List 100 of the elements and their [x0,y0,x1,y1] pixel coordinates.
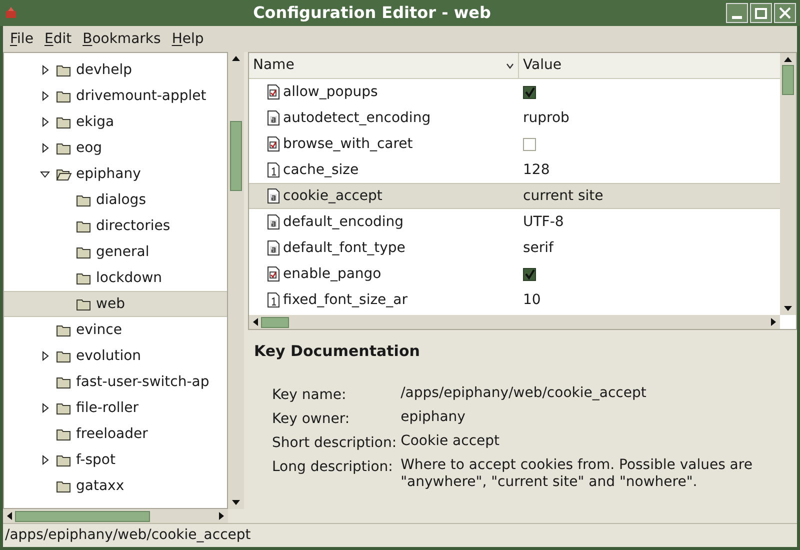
scrollbar-thumb[interactable] [261,316,289,328]
column-label: Name [253,56,296,75]
scroll-left-icon[interactable] [6,512,12,520]
field-value: /apps/epiphany/web/cookie_accept [400,384,648,402]
expander-icon[interactable] [42,143,48,153]
folder-icon [76,297,92,311]
tree-label: devhelp [76,60,132,80]
scrollbar-thumb[interactable] [230,121,242,191]
minimize-button[interactable] [726,3,748,23]
folder-icon [76,271,92,285]
folder-icon [56,427,72,441]
folder-icon [76,245,92,259]
table-row[interactable]: cache_size 128 [249,157,780,183]
tree-item[interactable]: dialogs [4,187,227,213]
table-row[interactable]: cookie_accept current site [249,183,780,209]
tree-item[interactable]: file-roller [4,395,227,421]
tree-item[interactable]: directories [4,213,227,239]
folder-icon [56,453,72,467]
tree-label: gataxx [76,476,124,496]
field-value: Cookie accept [400,432,501,450]
field-label: Long description: [272,458,394,476]
tree-item[interactable]: ekiga [4,109,227,135]
tree-item[interactable]: epiphany [4,161,227,187]
folder-icon [56,375,72,389]
maximize-icon [755,8,767,18]
menu-item[interactable]: Help [166,28,209,50]
sort-icon [506,62,514,68]
horizontal-scrollbar[interactable] [3,509,228,523]
table-row[interactable]: fixed_font_size_ar 10 [249,287,780,313]
expander-icon[interactable] [42,65,48,75]
checkbox[interactable] [523,138,536,150]
scroll-up-icon[interactable] [232,55,240,61]
minimize-icon [732,16,742,19]
scroll-right-icon[interactable] [771,318,777,326]
scrollbar-thumb[interactable] [782,65,794,95]
expander-icon[interactable] [42,455,48,465]
tree-item[interactable]: eog [4,135,227,161]
expander-icon[interactable] [42,403,48,413]
column-header[interactable]: Name [249,53,519,78]
menu-item[interactable]: File [5,28,38,50]
key-value: current site [523,186,604,206]
scrollbar-thumb[interactable] [15,510,150,522]
tree-label: fast-user-switch-ap [76,372,210,392]
tree-item[interactable]: f-spot [4,447,227,473]
tree-label: lockdown [96,268,162,288]
folder-icon [56,479,72,493]
table-row[interactable]: allow_popups [249,79,780,105]
scroll-left-icon[interactable] [252,318,258,326]
checkbox[interactable] [523,86,536,98]
menu-item[interactable]: Bookmarks [78,28,166,50]
table-row[interactable]: autodetect_encoding ruprob [249,105,780,131]
field-label: Short description: [272,434,397,452]
checkbox-key-icon [267,266,280,282]
tree-item[interactable]: lockdown [4,265,227,291]
tree-item[interactable]: general [4,239,227,265]
tree-item[interactable]: freeloader [4,421,227,447]
key-value: UTF-8 [523,212,564,232]
tree-label: general [96,242,150,262]
text-key-icon [267,188,280,204]
column-header[interactable]: Value [519,53,780,78]
scroll-right-icon[interactable] [219,512,225,520]
tree-label: file-roller [76,398,139,418]
tree-item[interactable]: drivemount-applet [4,83,227,109]
tree-item[interactable]: devhelp [4,57,227,83]
tree-label: ekiga [76,112,114,132]
text-key-icon [267,240,280,256]
checkbox[interactable] [523,268,536,280]
close-button[interactable] [774,3,796,23]
table-row[interactable]: default_encoding UTF-8 [249,209,780,235]
field-label: Key owner: [272,410,351,428]
scroll-down-icon[interactable] [784,306,792,312]
tree-item[interactable]: gataxx [4,473,227,499]
table-row[interactable]: browse_with_caret [249,131,780,157]
tree-item[interactable]: web [4,291,227,317]
checkbox-key-icon [267,136,280,152]
vertical-scrollbar[interactable] [780,53,796,315]
tree-item[interactable]: fast-user-switch-ap [4,369,227,395]
key-name: enable_pango [283,264,382,284]
tree-item[interactable]: evolution [4,343,227,369]
folder-icon [76,193,92,207]
horizontal-scrollbar[interactable] [249,315,780,329]
checkbox-key-icon [267,84,280,100]
field-label: Key name: [272,386,348,404]
tree-label: web [96,294,125,314]
vertical-scrollbar[interactable] [228,52,244,509]
scroll-down-icon[interactable] [232,500,240,506]
tree-item[interactable]: evince [4,317,227,343]
expander-icon[interactable] [42,117,48,127]
maximize-button[interactable] [750,3,772,23]
key-name: browse_with_caret [283,134,413,154]
folder-icon [56,141,72,155]
menu-item[interactable]: Edit [39,28,77,50]
key-name: default_font_type [283,238,406,258]
table-row[interactable]: enable_pango [249,261,780,287]
expander-icon[interactable] [42,351,48,361]
table-row[interactable]: default_font_type serif [249,235,780,261]
scroll-up-icon[interactable] [784,56,792,62]
expander-icon[interactable] [40,170,50,178]
expander-icon[interactable] [42,91,48,101]
key-name: cookie_accept [283,186,382,206]
